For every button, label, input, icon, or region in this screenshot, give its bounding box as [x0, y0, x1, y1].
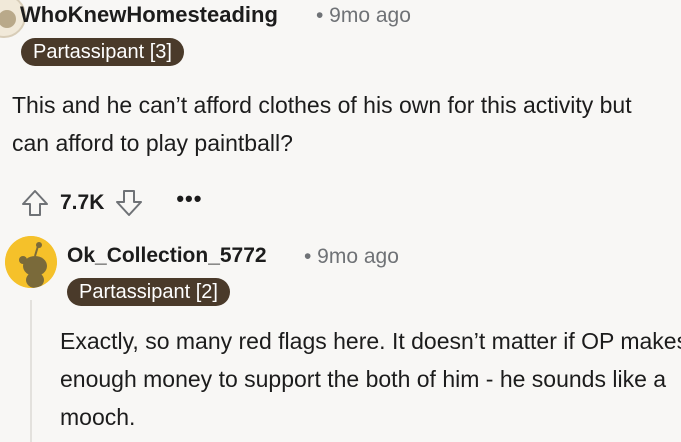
comment-timestamp[interactable]: • 9mo ago	[316, 4, 411, 28]
comment-action-bar: 7.7K •••	[18, 185, 202, 221]
downvote-arrow-icon	[116, 190, 143, 216]
comment-body: This and he can’t afford clothes of his …	[12, 92, 632, 156]
more-options-button[interactable]: •••	[176, 188, 202, 217]
user-flair: Partassipant [2]	[67, 278, 230, 306]
downvote-button[interactable]	[112, 186, 146, 220]
snoo-avatar-icon	[5, 236, 57, 288]
upvote-button[interactable]	[18, 186, 52, 220]
thread-line[interactable]	[30, 300, 32, 442]
user-flair: Partassipant [3]	[21, 38, 184, 66]
snoo-avatar-icon	[0, 10, 16, 28]
avatar[interactable]	[5, 236, 57, 288]
upvote-arrow-icon	[22, 190, 48, 216]
comment-body: Exactly, so many red flags here. It does…	[60, 328, 681, 430]
comment-author[interactable]: WhoKnewHomesteading	[20, 2, 278, 28]
comment-author[interactable]: Ok_Collection_5772	[67, 244, 267, 268]
comment-timestamp[interactable]: • 9mo ago	[304, 245, 399, 269]
vote-score: 7.7K	[60, 191, 105, 214]
